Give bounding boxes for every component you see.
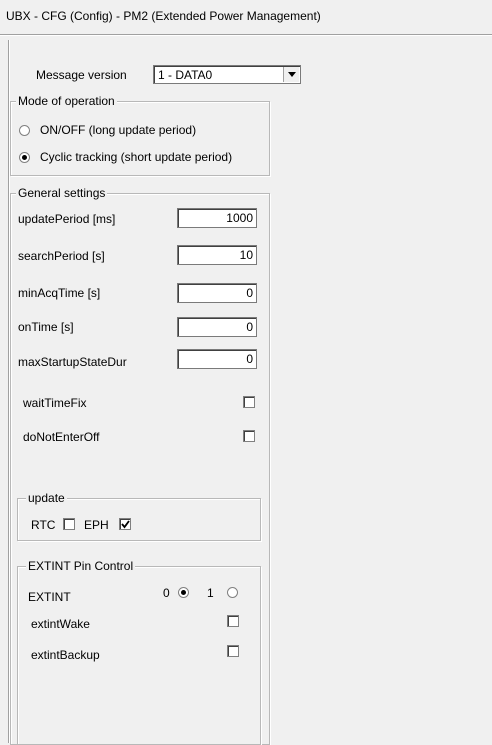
rtc-label: RTC	[31, 518, 56, 532]
search-period-input[interactable]: 10	[177, 245, 257, 265]
eph-checkbox[interactable]	[119, 518, 131, 530]
message-version-label: Message version	[36, 68, 127, 82]
radio-cyclic-tracking[interactable]	[19, 152, 30, 163]
rtc-checkbox[interactable]	[63, 518, 75, 530]
title-separator	[0, 34, 492, 36]
general-settings-legend: General settings	[16, 186, 108, 200]
max-startup-state-dur-label: maxStartupStateDur	[18, 355, 127, 369]
extint-backup-checkbox[interactable]	[227, 645, 239, 657]
extint-wake-checkbox[interactable]	[227, 615, 239, 627]
chevron-down-icon[interactable]	[283, 67, 299, 82]
min-acq-time-label: minAcqTime [s]	[18, 286, 101, 300]
do-not-enter-off-checkbox[interactable]	[243, 430, 255, 442]
update-period-label: updatePeriod [ms]	[18, 212, 116, 226]
checkmark-icon	[121, 520, 130, 529]
search-period-label: searchPeriod [s]	[18, 249, 105, 263]
radio-on-off-label[interactable]: ON/OFF (long update period)	[40, 123, 196, 137]
mode-of-operation-group	[10, 101, 270, 176]
wait-time-fix-checkbox[interactable]	[243, 396, 255, 408]
radio-on-off[interactable]	[19, 125, 30, 136]
eph-label: EPH	[84, 518, 109, 532]
on-time-input[interactable]: 0	[177, 317, 257, 337]
extint-backup-label: extintBackup	[31, 648, 100, 662]
max-startup-state-dur-input[interactable]: 0	[177, 349, 257, 369]
radio-cyclic-tracking-label[interactable]: Cyclic tracking (short update period)	[40, 150, 232, 164]
on-time-label: onTime [s]	[18, 320, 74, 334]
extint-wake-label: extintWake	[31, 617, 90, 631]
update-period-input[interactable]: 1000	[177, 208, 257, 228]
message-version-select[interactable]: 1 - DATA0	[153, 65, 301, 84]
extint-option-1-label: 1	[207, 586, 214, 600]
extint-radio-0[interactable]	[178, 587, 189, 598]
mode-of-operation-legend: Mode of operation	[16, 94, 117, 108]
extint-radio-1[interactable]	[227, 587, 238, 598]
window-title: UBX - CFG (Config) - PM2 (Extended Power…	[6, 9, 321, 23]
update-legend: update	[26, 491, 67, 505]
extint-legend: EXTINT Pin Control	[26, 559, 136, 573]
min-acq-time-input[interactable]: 0	[177, 283, 257, 303]
do-not-enter-off-label: doNotEnterOff	[23, 430, 100, 444]
wait-time-fix-label: waitTimeFix	[23, 396, 87, 410]
message-version-value: 1 - DATA0	[158, 68, 213, 82]
extint-label: EXTINT	[28, 590, 71, 604]
extint-option-0-label: 0	[163, 586, 170, 600]
